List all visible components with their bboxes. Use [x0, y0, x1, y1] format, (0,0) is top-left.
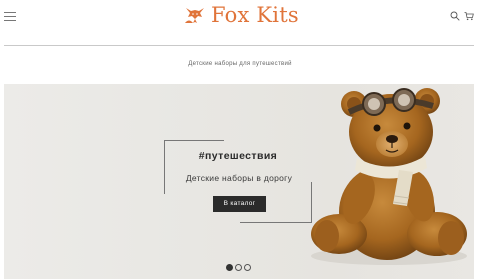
catalog-button[interactable]: В каталог: [213, 196, 266, 212]
header-icons: [450, 11, 474, 21]
hero-banner: #путешествия Детские наборы в дорогу В к…: [4, 84, 474, 279]
menu-icon[interactable]: [4, 12, 16, 21]
frame-line: [164, 140, 165, 194]
teddy-bear-image: [311, 88, 467, 265]
slide-dot[interactable]: [235, 264, 242, 271]
header-divider: [4, 45, 474, 46]
slide-dot[interactable]: [244, 264, 251, 271]
search-icon[interactable]: [450, 11, 460, 21]
banner-title: #путешествия: [198, 150, 278, 162]
tagline: Детские наборы для путешествий: [188, 61, 292, 67]
logo-text: Fox Kits: [211, 3, 299, 27]
logo[interactable]: Fox Kits: [183, 1, 299, 29]
slide-dot[interactable]: [226, 264, 233, 271]
fox-logo-icon: [185, 8, 204, 23]
site-header: Fox Kits: [0, 0, 480, 46]
cart-icon[interactable]: [464, 11, 474, 21]
banner-subtitle: Детские наборы в дорогу: [185, 173, 293, 183]
frame-line: [164, 140, 224, 141]
slider-dots: [226, 264, 251, 271]
